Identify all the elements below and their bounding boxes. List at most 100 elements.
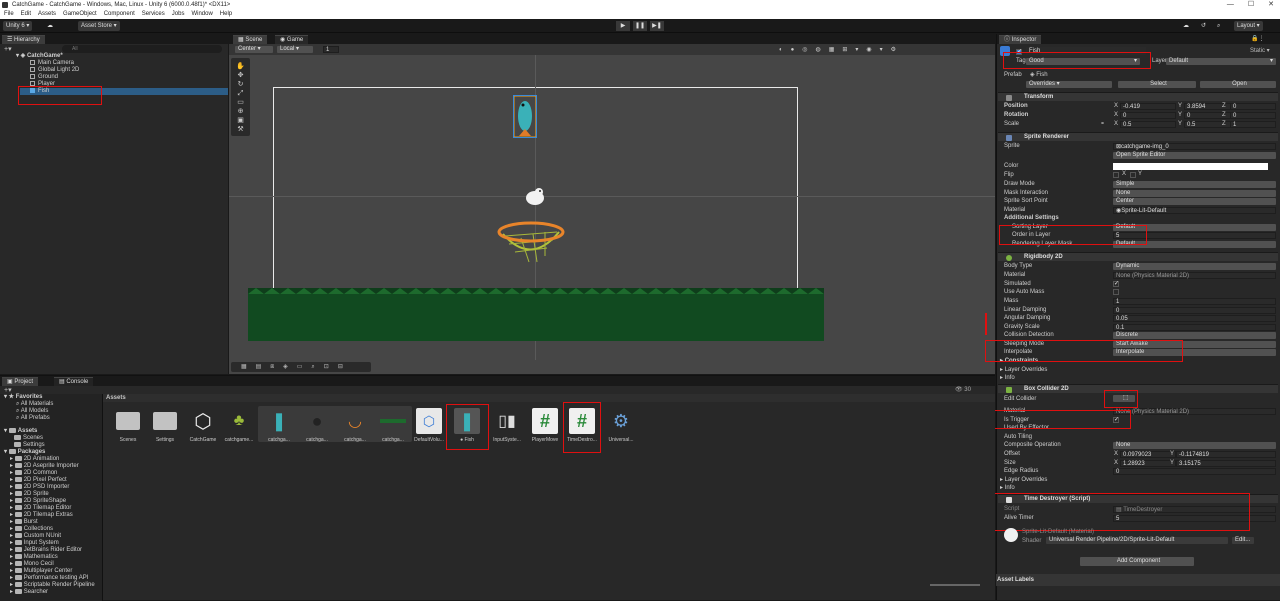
favorites-item[interactable]: ⌕ All Materials xyxy=(16,401,53,408)
mask-interaction-dropdown[interactable]: None xyxy=(1113,190,1276,197)
shader-edit-button[interactable]: Edit... xyxy=(1232,537,1254,544)
prefab-select-button[interactable]: Select xyxy=(1118,81,1196,88)
position-z-input[interactable]: 0 xyxy=(1230,103,1276,110)
rendering-layer-mask-dropdown[interactable]: Default xyxy=(1113,241,1276,248)
prefab-open-button[interactable]: Open xyxy=(1200,81,1276,88)
asset-labels-bar[interactable]: Asset Labels xyxy=(996,574,1280,586)
sorting-layer-dropdown[interactable]: Default xyxy=(1113,224,1276,231)
package-item[interactable]: ▸ 2D Tilemap Editor xyxy=(10,505,71,512)
scene-root[interactable]: ▾ ◈ CatchGame* xyxy=(16,53,63,60)
asset-scenes-folder[interactable]: Scenes xyxy=(113,408,143,443)
hierarchy-item-fish[interactable]: Fish xyxy=(20,88,228,95)
size-y-input[interactable]: 3.15175 xyxy=(1176,460,1276,467)
size-x-input[interactable]: 1.28923 xyxy=(1120,460,1176,467)
angular-damping-input[interactable]: 0.05 xyxy=(1113,315,1276,322)
package-item[interactable]: ▸ Collections xyxy=(10,526,53,533)
alive-timer-input[interactable]: 5 xyxy=(1113,515,1276,522)
basket-sprite[interactable] xyxy=(495,210,567,268)
package-item[interactable]: ▸ Performance testing API xyxy=(10,575,88,582)
scene-view-tools-icon[interactable]: ◐●◎◍▦⊞▾◉▾⚙ xyxy=(779,46,904,53)
time-destroyer-header[interactable]: Time Destroyer (Script) xyxy=(998,494,1278,503)
menu-gameobject[interactable]: GameObject xyxy=(63,10,97,19)
minimize-button[interactable]: — xyxy=(1227,0,1234,10)
asset-settings-folder[interactable]: Settings xyxy=(150,408,180,443)
project-add-icon[interactable]: +▾ xyxy=(4,386,12,394)
hierarchy-item-ground[interactable]: Ground xyxy=(30,74,58,81)
asset-catchgame-sprite-ground[interactable]: catchga... xyxy=(378,408,408,443)
menu-assets[interactable]: Assets xyxy=(38,10,56,19)
tab-game[interactable]: ◉ Game xyxy=(275,35,309,44)
tab-inspector[interactable]: ⓘ Inspector xyxy=(999,35,1042,44)
scale-z-input[interactable]: 1 xyxy=(1230,121,1276,128)
scale-link-icon[interactable]: ⚭ xyxy=(1100,121,1105,128)
material-block-name[interactable]: Sprite-Lit-Default (Material) xyxy=(1022,528,1094,536)
package-item[interactable]: ▸ Scriptable Render Pipeline xyxy=(10,582,95,589)
offset-x-input[interactable]: 0.0979023 xyxy=(1120,451,1176,458)
rotation-z-input[interactable]: 0 xyxy=(1230,112,1276,119)
hierarchy-search-input[interactable]: All xyxy=(62,45,222,53)
object-name-input[interactable]: Fish xyxy=(1026,47,1146,55)
package-item[interactable]: ▸ Multiplayer Center xyxy=(10,568,72,575)
package-item[interactable]: ▸ Searcher xyxy=(10,589,48,596)
close-button[interactable]: ✕ xyxy=(1268,0,1274,10)
menu-window[interactable]: Window xyxy=(191,10,212,19)
asset-folder-item[interactable]: Scenes xyxy=(14,435,43,442)
script-field[interactable]: ▤ TimeDestroyer xyxy=(1113,506,1276,513)
fish-sprite-selected[interactable] xyxy=(513,95,537,138)
menu-help[interactable]: Help xyxy=(220,10,232,19)
package-item[interactable]: ▸ JetBrains Rider Editor xyxy=(10,547,82,554)
box-collider-header[interactable]: Box Collider 2D xyxy=(998,384,1278,393)
favorites-foldout[interactable]: ▾ ★ Favorites xyxy=(4,394,42,401)
favorites-item[interactable]: ⌕ All Models xyxy=(16,408,48,415)
rotation-x-input[interactable]: 0 xyxy=(1120,112,1176,119)
package-item[interactable]: ▸ Mono Cecil xyxy=(10,561,54,568)
position-x-input[interactable]: -0.419 xyxy=(1120,103,1176,110)
sprite-renderer-header[interactable]: Sprite Renderer xyxy=(998,132,1278,141)
layer-dropdown[interactable]: Default ▾ xyxy=(1166,58,1276,65)
scale-x-input[interactable]: 0.5 xyxy=(1120,121,1176,128)
simulated-checkbox[interactable]: ✓ xyxy=(1113,281,1119,287)
flip-x-checkbox[interactable] xyxy=(1113,172,1119,178)
package-item[interactable]: ▸ Input System xyxy=(10,540,59,547)
asset-catchgame-sprite-fish[interactable]: ❚ catchga... xyxy=(264,408,294,444)
edge-radius-input[interactable]: 0 xyxy=(1113,468,1276,475)
tab-scene[interactable]: ▦ Scene xyxy=(233,35,268,44)
package-item[interactable]: ▸ 2D Common xyxy=(10,470,57,477)
tab-console[interactable]: ▤ Console xyxy=(54,377,94,386)
package-item[interactable]: ▸ Mathematics xyxy=(10,554,58,561)
material-field[interactable]: ◉Sprite-Lit-Default xyxy=(1113,207,1276,214)
add-component-button[interactable]: Add Component xyxy=(1080,557,1194,566)
constraints-foldout[interactable]: ▸ Constraints xyxy=(1000,357,1038,365)
asset-playermove-script[interactable]: # PlayerMove xyxy=(530,408,560,443)
offset-y-input[interactable]: -0.1174819 xyxy=(1176,451,1276,458)
space-dropdown[interactable]: Local ▾ xyxy=(277,46,313,53)
menu-edit[interactable]: Edit xyxy=(21,10,31,19)
order-in-layer-input[interactable]: 5 xyxy=(1113,232,1276,239)
sprite-field[interactable]: ⊠catchgame-img_0 xyxy=(1113,143,1276,150)
shader-dropdown[interactable]: Universal Render Pipeline/2D/Sprite-Lit-… xyxy=(1046,537,1228,544)
package-item[interactable]: ▸ Burst xyxy=(10,519,38,526)
interpolate-dropdown[interactable]: Interpolate xyxy=(1113,349,1276,356)
linear-damping-input[interactable]: 0 xyxy=(1113,307,1276,314)
bc-info-foldout[interactable]: ▸ Info xyxy=(1000,484,1015,492)
add-icon[interactable]: +▾ xyxy=(4,45,12,53)
bc-material-field[interactable]: None (Physics Material 2D) xyxy=(1113,408,1276,415)
hierarchy-item-main-camera[interactable]: Main Camera xyxy=(30,60,74,67)
assets-breadcrumb[interactable]: Assets xyxy=(103,394,995,402)
snap-increment-input[interactable]: 1 xyxy=(323,46,339,53)
rb-layer-overrides-foldout[interactable]: ▸ Layer Overrides xyxy=(1000,366,1047,374)
asset-catchgame-sprite-bomb[interactable]: ● catchga... xyxy=(302,408,332,444)
asset-catchgame-scene[interactable]: ⬡ CatchGame xyxy=(188,408,218,444)
cloud-icon[interactable]: ☁ xyxy=(44,21,56,31)
sprite-sort-point-dropdown[interactable]: Center xyxy=(1113,198,1276,205)
rb-info-foldout[interactable]: ▸ Info xyxy=(1000,374,1015,382)
package-item[interactable]: ▸ Custom NUnit xyxy=(10,533,61,540)
asset-universal-rp[interactable]: ⚙ Universal... xyxy=(606,408,636,444)
use-auto-mass-checkbox[interactable] xyxy=(1113,289,1119,295)
asset-input-system[interactable]: ▯▮ InputSyste... xyxy=(492,408,522,443)
package-item[interactable]: ▸ 2D Animation xyxy=(10,456,59,463)
active-checkbox[interactable]: ✓ xyxy=(1016,49,1022,55)
package-item[interactable]: ▸ 2D PSD Importer xyxy=(10,484,69,491)
packages-foldout[interactable]: ▾ Packages xyxy=(4,449,45,456)
menu-file[interactable]: File xyxy=(4,10,14,19)
